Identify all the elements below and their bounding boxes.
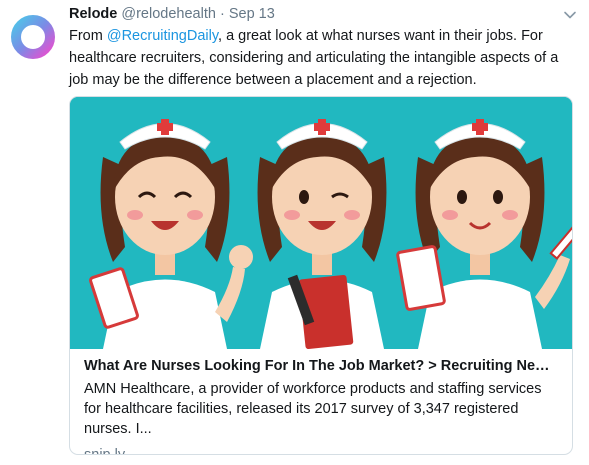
display-name[interactable]: Relode xyxy=(69,6,117,22)
tweet-header: Relode @relodehealth · Sep 13 xyxy=(69,4,275,24)
mention-link[interactable]: @RecruitingDaily xyxy=(107,28,218,44)
card-body: What Are Nurses Looking For In The Job M… xyxy=(84,355,558,455)
chevron-down-icon[interactable] xyxy=(563,8,577,22)
avatar[interactable] xyxy=(10,14,56,60)
card-domain: snip.ly xyxy=(84,447,126,455)
tweet-text-before: From xyxy=(69,28,107,44)
user-handle[interactable]: @relodehealth xyxy=(121,6,216,22)
link-card[interactable]: What Are Nurses Looking For In The Job M… xyxy=(69,96,573,455)
card-image-nurses[interactable] xyxy=(70,97,573,349)
separator-dot: · xyxy=(219,6,225,22)
tweet-text: From @RecruitingDaily, a great look at w… xyxy=(69,25,579,91)
card-title[interactable]: What Are Nurses Looking For In The Job M… xyxy=(84,355,558,377)
card-description: AMN Healthcare, a provider of workforce … xyxy=(84,381,542,437)
tweet: Relode @relodehealth · Sep 13 From @Recr… xyxy=(0,0,589,465)
tweet-date[interactable]: Sep 13 xyxy=(229,6,275,22)
